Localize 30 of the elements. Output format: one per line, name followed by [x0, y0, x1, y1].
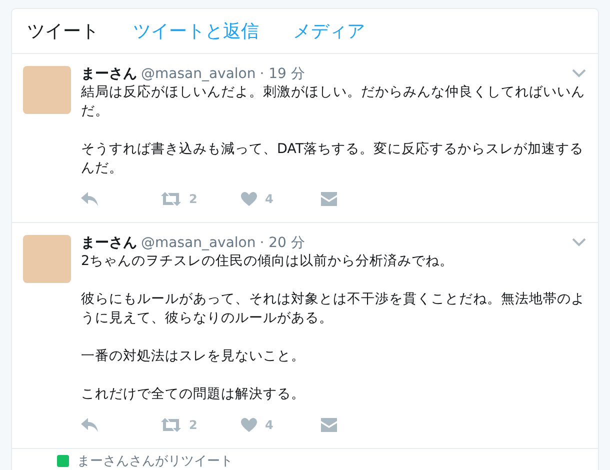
retweet-count: 2: [189, 418, 198, 432]
tweet-time[interactable]: · 19 分: [260, 65, 305, 83]
envelope-icon[interactable]: [321, 192, 337, 206]
chevron-down-icon[interactable]: [572, 68, 586, 78]
tweet-text: そうすれば書き込みも減って、DAT落ちする。変に反応するからスレが加速するんだ。: [81, 140, 585, 178]
user-name[interactable]: まーさん: [81, 65, 137, 83]
profile-tab[interactable]: ツイート: [27, 19, 133, 43]
retweet-count: 2: [189, 192, 198, 206]
envelope-icon[interactable]: [321, 418, 337, 432]
reply-icon[interactable]: [81, 192, 99, 206]
tweet-text: 2ちゃんのヲチスレの住民の傾向は以前から分析済みでね。: [81, 252, 455, 271]
reply-icon[interactable]: [81, 418, 99, 432]
like-count: 4: [265, 192, 274, 206]
profile-tab[interactable]: ツイートと返信: [133, 19, 293, 43]
tweet-text: これだけで全ての問題は解決する。: [81, 385, 306, 404]
user-name[interactable]: まーさん: [81, 234, 137, 252]
tweet-text: 結局は反応がほしいんだよ。刺激がほしい。だからみんな仲良くしてればいいんだ。: [81, 83, 586, 121]
tweet-time[interactable]: · 20 分: [260, 234, 305, 252]
heart-icon[interactable]: [241, 192, 257, 206]
like-count: 4: [265, 418, 274, 432]
retweet-notice: まーさんさんがリツイート: [77, 453, 233, 470]
heart-icon[interactable]: [241, 418, 257, 432]
avatar-image[interactable]: [23, 66, 71, 114]
tweet-text: 一番の対処法はスレを見ないこと。: [81, 347, 306, 366]
avatar-image[interactable]: [23, 235, 71, 283]
chevron-down-icon[interactable]: [572, 237, 586, 247]
user-handle[interactable]: @masan_avalon: [141, 234, 256, 252]
tweet-text: 彼らにもルールがあって、それは対象とは不干渉を貫くことだね。無法地帯のように見えて、彼らなりのルールがある。: [81, 290, 586, 328]
profile-tab[interactable]: メディア: [293, 19, 399, 43]
user-handle[interactable]: @masan_avalon: [141, 65, 256, 83]
